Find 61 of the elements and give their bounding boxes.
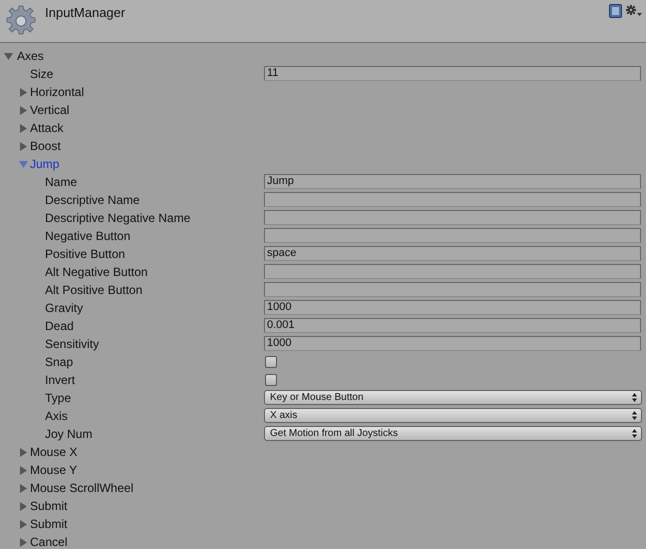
property-label: Sensitivity xyxy=(45,336,100,353)
gear-icon xyxy=(5,5,37,37)
input-field[interactable]: 0.001 xyxy=(264,318,641,333)
dropdown[interactable]: X axis xyxy=(264,408,642,423)
property-label: Invert xyxy=(45,372,76,389)
input-field[interactable]: 11 xyxy=(264,66,641,81)
input-field[interactable]: 1000 xyxy=(264,336,641,351)
tree-item[interactable]: Horizontal xyxy=(30,83,84,101)
input-field[interactable] xyxy=(264,228,641,243)
property-label: Descriptive Negative Name xyxy=(45,210,190,227)
input-field[interactable]: 1000 xyxy=(264,300,641,315)
input-field[interactable] xyxy=(264,192,641,207)
property-label: Alt Positive Button xyxy=(45,282,142,299)
tree-item[interactable]: Cancel xyxy=(30,533,68,549)
property-label: Gravity xyxy=(45,300,84,317)
tree-item[interactable]: Mouse Y xyxy=(30,461,78,479)
dropdown[interactable]: Key or Mouse Button xyxy=(264,390,642,405)
property-label: Axis xyxy=(45,408,68,425)
tree-item[interactable]: Mouse ScrollWheel xyxy=(30,479,134,497)
tree-item[interactable]: Vertical xyxy=(30,101,70,119)
expand-arrow-icon[interactable] xyxy=(19,142,28,150)
expand-arrow-icon[interactable] xyxy=(19,466,28,474)
collapse-arrow-icon[interactable] xyxy=(4,52,13,60)
expand-arrow-icon[interactable] xyxy=(19,106,28,114)
collapse-arrow-icon[interactable] xyxy=(19,160,28,168)
tree-item[interactable]: Boost xyxy=(30,137,61,155)
expand-arrow-icon[interactable] xyxy=(19,502,28,510)
updown-arrow-icon xyxy=(632,429,637,438)
property-label: Alt Negative Button xyxy=(45,264,148,281)
checkbox[interactable] xyxy=(265,374,277,386)
expand-arrow-icon[interactable] xyxy=(19,538,28,546)
tree-item[interactable]: Attack xyxy=(30,119,64,137)
input-field[interactable] xyxy=(264,210,641,225)
property-label: Positive Button xyxy=(45,246,126,263)
property-label: Size xyxy=(30,66,54,83)
property-label: Type xyxy=(45,390,72,407)
expand-arrow-icon[interactable] xyxy=(19,484,28,492)
tree-item[interactable]: Submit xyxy=(30,515,68,533)
property-label: Snap xyxy=(45,354,74,371)
property-label: Dead xyxy=(45,318,74,335)
tree-item-label: Axes xyxy=(17,48,44,65)
input-field[interactable]: Jump xyxy=(264,174,641,189)
expand-arrow-icon[interactable] xyxy=(19,520,28,528)
property-label: Descriptive Name xyxy=(45,192,140,209)
tree-item[interactable]: Mouse X xyxy=(30,443,78,461)
expand-arrow-icon[interactable] xyxy=(19,88,28,96)
updown-arrow-icon xyxy=(632,393,637,402)
expand-arrow-icon[interactable] xyxy=(19,124,28,132)
updown-arrow-icon xyxy=(632,411,637,420)
input-field[interactable] xyxy=(264,282,641,297)
property-label: Negative Button xyxy=(45,228,130,245)
property-label: Name xyxy=(45,174,78,191)
checkbox[interactable] xyxy=(265,356,277,368)
input-field[interactable] xyxy=(264,264,641,279)
dropdown[interactable]: Get Motion from all Joysticks xyxy=(264,426,642,441)
expand-arrow-icon[interactable] xyxy=(19,448,28,456)
tree-item[interactable]: Submit xyxy=(30,497,68,515)
input-field[interactable]: space xyxy=(264,246,641,261)
gear-menu-icon[interactable] xyxy=(626,5,642,17)
window-title: InputManager xyxy=(45,4,126,22)
property-label: Joy Num xyxy=(45,426,92,443)
